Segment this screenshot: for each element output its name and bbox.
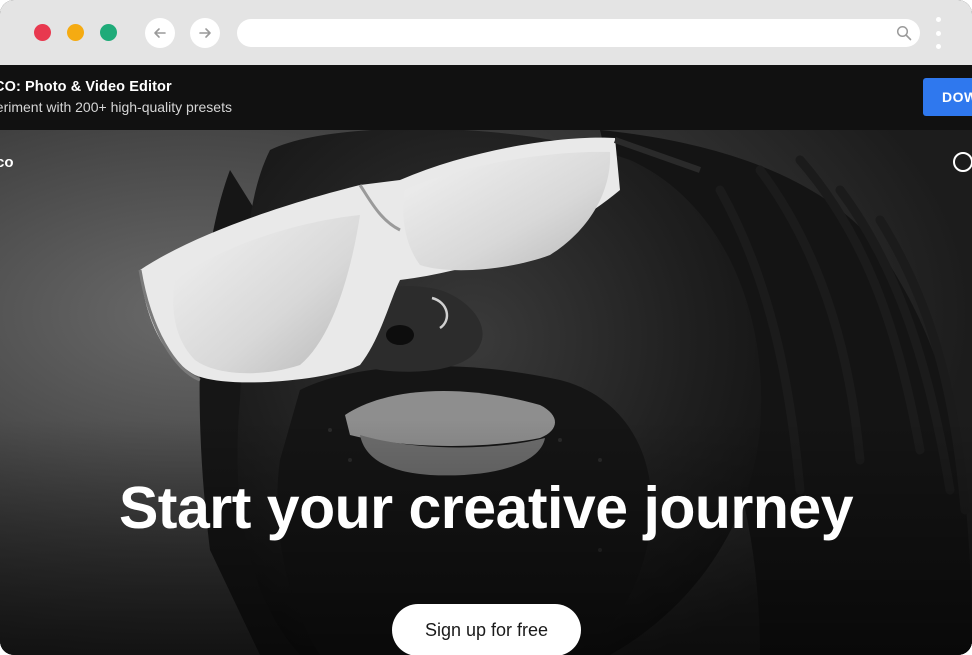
menu-dot: [935, 30, 941, 36]
search-icon[interactable]: [953, 152, 972, 172]
hero-photo: [0, 130, 972, 655]
sign-up-button[interactable]: Sign up for free: [392, 604, 581, 655]
forward-button[interactable]: [190, 18, 220, 48]
hero-section: co Start your creative journey Sign up f…: [0, 130, 972, 655]
maximize-window-button[interactable]: [100, 24, 117, 41]
url-input[interactable]: [237, 19, 920, 47]
kebab-menu-icon[interactable]: [932, 17, 944, 49]
browser-toolbar: [0, 0, 972, 65]
site-brand-logo[interactable]: co: [0, 154, 14, 171]
close-window-button[interactable]: [34, 24, 51, 41]
hero-headline: Start your creative journey: [118, 475, 854, 541]
banner-title: CO: Photo & Video Editor: [0, 79, 172, 95]
menu-dot: [935, 17, 941, 22]
menu-dot: [935, 44, 941, 49]
arrow-right-icon: [199, 28, 211, 38]
app-promo-banner: CO: Photo & Video Editor periment with 2…: [0, 65, 972, 130]
browser-window: CO: Photo & Video Editor periment with 2…: [0, 0, 972, 655]
minimize-window-button[interactable]: [67, 24, 84, 41]
download-app-button[interactable]: DOW: [923, 78, 972, 116]
search-icon[interactable]: [896, 25, 912, 41]
arrow-left-icon: [154, 28, 166, 38]
back-button[interactable]: [145, 18, 175, 48]
banner-subtitle: periment with 200+ high-quality presets: [0, 99, 232, 115]
address-bar[interactable]: [237, 19, 920, 47]
